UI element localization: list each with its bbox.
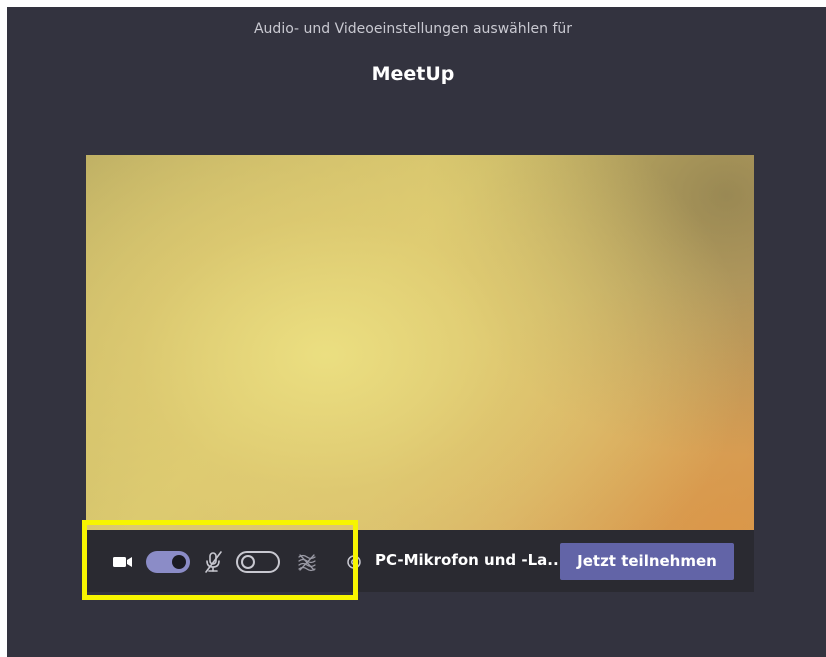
meeting-title: MeetUp [371,63,455,85]
background-blur-icon[interactable] [296,551,318,573]
audio-device-label[interactable]: PC-Mikrofon und -La... [375,551,564,569]
microphone-toggle[interactable] [236,551,280,573]
microphone-off-icon[interactable] [202,550,224,574]
camera-toggle[interactable] [146,551,190,573]
microphone-toggle-knob [241,555,255,569]
camera-toggle-knob [172,555,186,569]
gear-icon[interactable] [346,552,362,572]
join-now-button[interactable]: Jetzt teilnehmen [560,543,734,580]
video-camera-icon[interactable] [112,554,134,570]
video-preview [86,155,754,530]
page-subtitle: Audio- und Videoeinstellungen auswählen … [253,21,572,37]
